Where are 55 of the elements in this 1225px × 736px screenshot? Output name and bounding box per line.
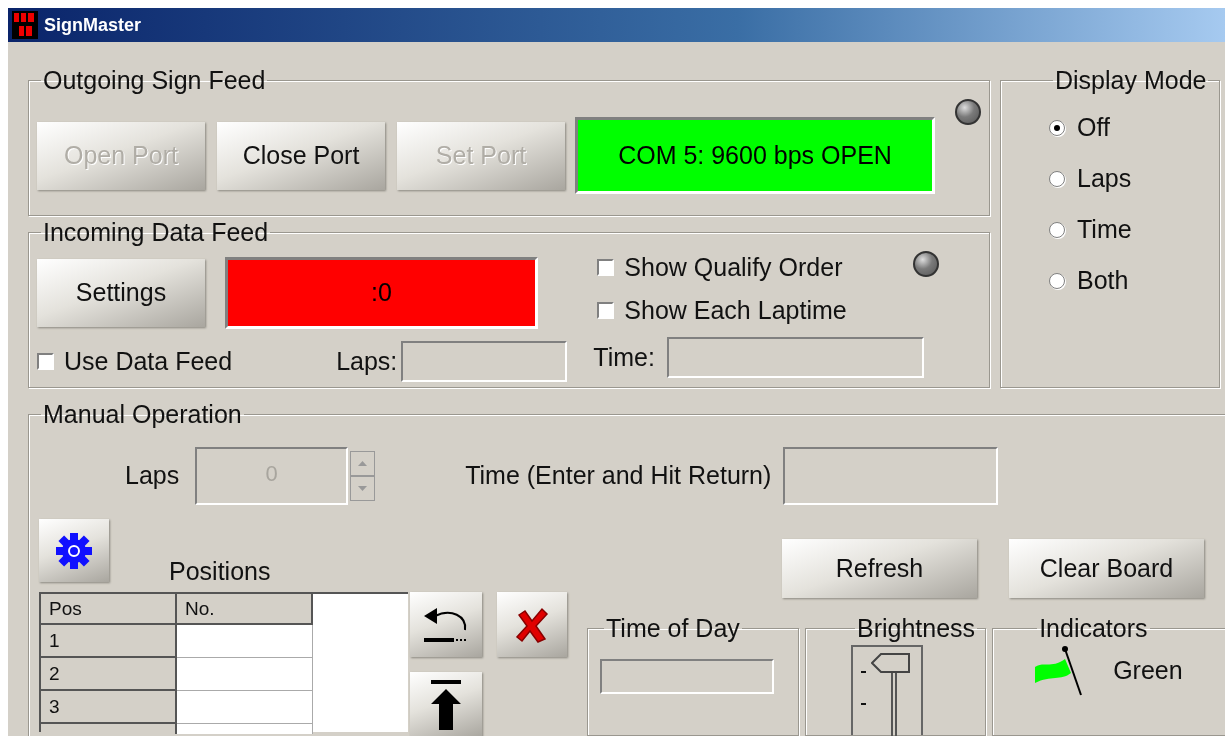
refresh-button[interactable]: Refresh — [782, 539, 977, 598]
radio-button[interactable] — [1049, 272, 1065, 289]
group-title: Outgoing Sign Feed — [42, 68, 267, 93]
row-header[interactable]: 1 — [41, 625, 177, 658]
row-header[interactable]: 3 — [41, 691, 177, 724]
group-title: Display Mode — [1054, 68, 1208, 93]
table-cell[interactable] — [177, 625, 313, 658]
time-field[interactable] — [666, 337, 924, 378]
group-title: Brightness — [856, 616, 977, 641]
table-cell[interactable] — [177, 658, 313, 691]
time-label: Time: — [593, 341, 655, 373]
delete-button[interactable] — [497, 592, 567, 657]
time-entry-label: Time (Enter and Hit Return) — [465, 460, 772, 492]
x-icon — [515, 606, 549, 643]
time-of-day-field[interactable] — [600, 659, 774, 694]
radio-label: Time — [1077, 217, 1132, 242]
laps-field[interactable] — [401, 341, 568, 382]
radio-button[interactable] — [1049, 221, 1065, 238]
checkbox-label: Show Qualify Order — [624, 255, 843, 280]
group-title: Time of Day — [605, 616, 741, 641]
settings-gear-button[interactable] — [39, 519, 109, 582]
laps-label: Laps — [125, 460, 180, 492]
radio-label: Both — [1077, 268, 1129, 293]
checkbox[interactable] — [597, 259, 615, 276]
column-header[interactable]: Pos — [41, 594, 177, 625]
gear-icon — [54, 530, 94, 571]
group-title: Indicators — [1038, 616, 1149, 641]
port-button[interactable]: Close Port — [217, 121, 385, 190]
indicator-label: Green — [1113, 655, 1183, 687]
move-top-button[interactable] — [410, 672, 482, 736]
data-feed-display: :0 — [225, 257, 538, 329]
table-cell[interactable] — [177, 691, 313, 724]
port-status-display: COM 5: 9600 bps OPEN — [575, 117, 935, 194]
checkbox[interactable] — [597, 302, 615, 319]
window-title: SignMaster — [44, 13, 142, 37]
radio-label: Laps — [1077, 166, 1132, 191]
column-header[interactable]: No. — [177, 594, 313, 625]
settings-button[interactable]: Settings — [37, 259, 205, 327]
arrow-to-top-icon — [429, 680, 463, 730]
radio-label: Off — [1077, 115, 1110, 140]
checkbox[interactable] — [37, 353, 54, 370]
laps-label: Laps: — [336, 345, 398, 377]
checkbox-label: Use Data Feed — [64, 349, 233, 374]
group-title: Manual Operation — [42, 402, 243, 427]
checkbox-label: Show Each Laptime — [624, 298, 847, 323]
positions-label: Positions — [169, 559, 271, 584]
clear-board-button[interactable]: Clear Board — [1009, 539, 1204, 598]
group-title: Incoming Data Feed — [42, 220, 270, 245]
radio-button[interactable] — [1049, 170, 1065, 187]
table-cell[interactable] — [177, 724, 313, 734]
time-entry-field[interactable] — [783, 447, 999, 505]
undo-button[interactable] — [410, 592, 482, 657]
row-header[interactable]: 2 — [41, 658, 177, 691]
app-icon — [12, 11, 38, 39]
radio-button[interactable] — [1049, 119, 1065, 136]
